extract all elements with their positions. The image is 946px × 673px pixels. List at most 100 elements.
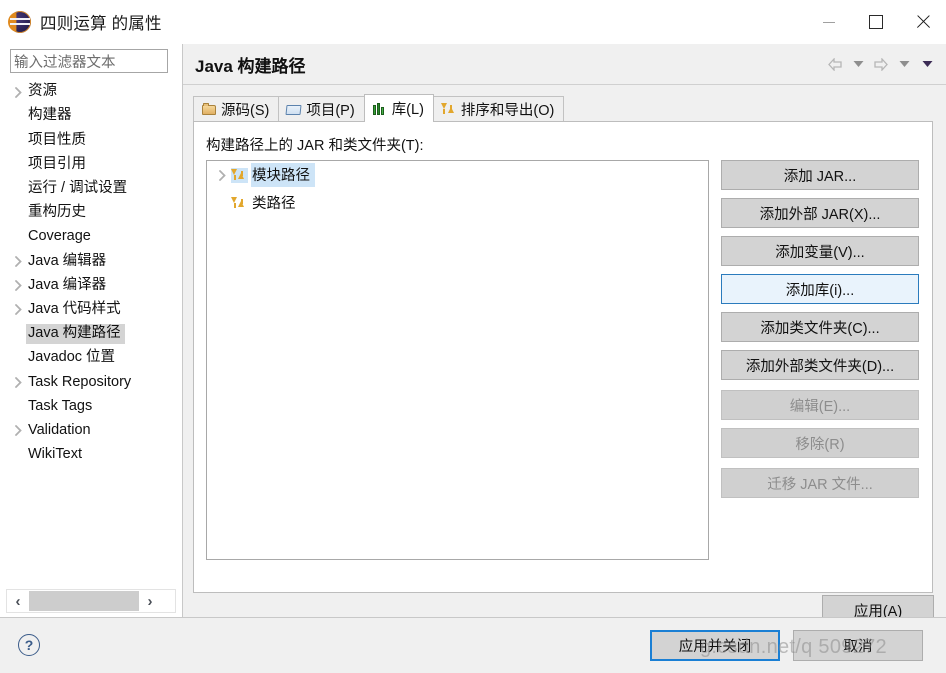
chevron-right-icon[interactable] — [10, 377, 26, 388]
library-list-item-0[interactable]: 模块路径 — [207, 161, 708, 189]
sidebar-item-12[interactable]: Task Repository — [0, 370, 182, 394]
sidebar-item-label: Task Tags — [26, 397, 96, 417]
sidebar-item-3[interactable]: 项目引用 — [0, 153, 182, 177]
filter-input[interactable]: 输入过滤器文本 — [10, 49, 168, 73]
maximize-button[interactable] — [852, 0, 899, 44]
tab-1[interactable]: 项目(P) — [278, 96, 364, 122]
filter-placeholder: 输入过滤器文本 — [14, 51, 116, 72]
sidebar-item-label: 重构历史 — [26, 203, 90, 223]
chevron-right-icon[interactable] — [10, 87, 26, 98]
sidebar-item-13[interactable]: Task Tags — [0, 394, 182, 418]
sidebar-item-5[interactable]: 重构历史 — [0, 201, 182, 225]
tab-label: 库(L) — [392, 98, 424, 119]
sidebar-item-2[interactable]: 项目性质 — [0, 128, 182, 152]
arrows-icon — [231, 196, 248, 211]
sidebar-item-label: Java 代码样式 — [26, 300, 125, 320]
page-header: Java 构建路径 — [183, 44, 946, 84]
folder-closed-icon — [201, 102, 217, 117]
sidebar-item-label: 构建器 — [26, 106, 76, 126]
chevron-right-icon[interactable] — [213, 170, 231, 181]
sidebar-item-1[interactable]: 构建器 — [0, 104, 182, 128]
books-icon — [372, 101, 388, 116]
tab-0[interactable]: 源码(S) — [193, 96, 279, 122]
library-action-buttons: 添加 JAR... 添加外部 JAR(X)... 添加变量(V)... 添加库(i).… — [721, 160, 919, 506]
menu-dropdown-icon[interactable] — [917, 54, 937, 74]
scroll-right-icon[interactable]: › — [139, 590, 161, 612]
window-title: 四则运算 的属性 — [40, 10, 162, 34]
arrows-icon — [231, 168, 248, 183]
sidebar-item-11[interactable]: Javadoc 位置 — [0, 346, 182, 370]
sidebar-item-9[interactable]: Java 代码样式 — [0, 298, 182, 322]
library-list-item-1[interactable]: 类路径 — [207, 189, 708, 217]
library-list[interactable]: 模块路径类路径 — [206, 160, 709, 560]
minimize-icon — [823, 22, 835, 23]
chevron-right-icon[interactable] — [10, 304, 26, 315]
sidebar-item-14[interactable]: Validation — [0, 419, 182, 443]
settings-sidebar: 输入过滤器文本 资源构建器项目性质项目引用运行 / 调试设置重构历史 Covera… — [0, 44, 183, 617]
library-button-4[interactable]: 添加类文件夹(C)... — [721, 312, 919, 342]
page-title: Java 构建路径 — [195, 52, 306, 77]
close-icon — [916, 15, 930, 29]
dialog-footer: ? 应用并关闭 取消 — [0, 617, 946, 673]
library-list-item-label: 模块路径 — [251, 163, 315, 187]
tab-label: 源码(S) — [221, 99, 269, 120]
sidebar-item-label: Coverage — [26, 227, 95, 247]
sidebar-item-6[interactable]: Coverage — [0, 225, 182, 249]
chevron-right-icon[interactable] — [10, 256, 26, 267]
library-button-8: 迁移 JAR 文件... — [721, 468, 919, 498]
sidebar-item-10[interactable]: Java 构建路径 — [0, 322, 182, 346]
apply-and-close-button[interactable]: 应用并关闭 — [650, 630, 780, 661]
cancel-button[interactable]: 取消 — [793, 630, 923, 661]
window-controls — [805, 0, 946, 44]
page-navigation — [825, 54, 937, 74]
tab-3[interactable]: 排序和导出(O) — [433, 96, 564, 122]
library-button-2[interactable]: 添加变量(V)... — [721, 236, 919, 266]
folder-open-icon — [286, 102, 302, 117]
back-dropdown-icon[interactable] — [848, 54, 868, 74]
sidebar-item-label: 资源 — [26, 82, 61, 102]
library-list-item-label: 类路径 — [251, 191, 301, 215]
sidebar-tree: 资源构建器项目性质项目引用运行 / 调试设置重构历史 Coverage Java 编… — [0, 80, 182, 580]
sidebar-item-label: WikiText — [26, 445, 86, 465]
library-button-5[interactable]: 添加外部类文件夹(D)... — [721, 350, 919, 380]
library-button-7: 移除(R) — [721, 428, 919, 458]
sidebar-item-4[interactable]: 运行 / 调试设置 — [0, 177, 182, 201]
library-button-1[interactable]: 添加外部 JAR(X)... — [721, 198, 919, 228]
sidebar-item-8[interactable]: Java 编译器 — [0, 274, 182, 298]
back-arrow-icon[interactable] — [825, 54, 845, 74]
chevron-right-icon[interactable] — [10, 425, 26, 436]
scrollbar-thumb[interactable] — [29, 591, 139, 611]
library-button-0[interactable]: 添加 JAR... — [721, 160, 919, 190]
sidebar-item-0[interactable]: 资源 — [0, 80, 182, 104]
sidebar-item-label: Task Repository — [26, 373, 135, 393]
sidebar-horizontal-scrollbar[interactable]: ‹ › — [6, 589, 176, 613]
forward-arrow-icon[interactable] — [871, 54, 891, 74]
sidebar-item-label: 项目性质 — [26, 131, 90, 151]
settings-page: Java 构建路径 源码(S)项目(P)库(L)排序和导出(O) 构建路径上的 … — [183, 44, 946, 617]
close-button[interactable] — [899, 0, 946, 44]
tab-2[interactable]: 库(L) — [364, 94, 434, 122]
tab-label: 项目(P) — [306, 99, 354, 120]
sidebar-item-label: Java 编辑器 — [26, 252, 110, 272]
help-icon[interactable]: ? — [18, 634, 40, 656]
library-button-3[interactable]: 添加库(i)... — [721, 274, 919, 304]
library-tab-panel: 构建路径上的 JAR 和类文件夹(T): 模块路径类路径 添加 JAR...添加… — [193, 121, 933, 593]
tab-bar: 源码(S) 项目(P) 库(L) 排序和导出(O) — [193, 94, 933, 122]
sidebar-item-15[interactable]: WikiText — [0, 443, 182, 467]
library-button-6: 编辑(E)... — [721, 390, 919, 420]
sidebar-item-label: 项目引用 — [26, 155, 90, 175]
forward-dropdown-icon[interactable] — [894, 54, 914, 74]
title-bar: 四则运算 的属性 — [0, 0, 946, 44]
apply-row: 应用(A) — [183, 595, 946, 617]
sidebar-item-label: Validation — [26, 421, 95, 441]
sidebar-item-label: Java 构建路径 — [26, 324, 125, 344]
sidebar-item-label: Java 编译器 — [26, 276, 110, 296]
scroll-left-icon[interactable]: ‹ — [7, 590, 29, 612]
sidebar-item-7[interactable]: Java 编辑器 — [0, 249, 182, 273]
arrows-icon — [441, 102, 457, 117]
minimize-button[interactable] — [805, 0, 852, 44]
header-divider — [183, 84, 946, 85]
sidebar-item-label: Javadoc 位置 — [26, 348, 119, 368]
sidebar-item-label: 运行 / 调试设置 — [26, 179, 131, 199]
chevron-right-icon[interactable] — [10, 280, 26, 291]
